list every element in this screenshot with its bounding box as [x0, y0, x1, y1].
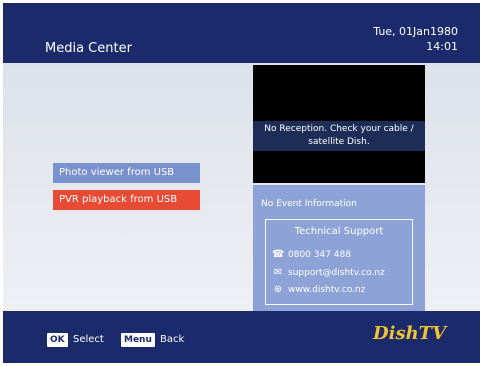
logo-text: DishTV	[373, 323, 447, 344]
globe-icon: ⊕	[273, 284, 283, 295]
no-reception-message: No Reception. Check your cable / satelli…	[253, 121, 425, 151]
support-web: ⊕ www.dishtv.co.nz	[272, 284, 366, 295]
technical-support-box: Technical Support ☎ 0800 347 488 ✉ support…	[265, 219, 413, 305]
back-label: Back	[160, 334, 185, 345]
video-preview: No Reception. Check your cable / satelli…	[253, 65, 425, 183]
support-phone: ☎ 0800 347 488	[272, 249, 351, 260]
select-label: Select	[73, 334, 104, 345]
email-address: support@dishtv.co.nz	[288, 268, 385, 278]
dishtv-logo: DishTV	[373, 323, 447, 351]
tv-screen: Media Center Tue, 01Jan1980 14:01 Photo …	[3, 3, 480, 363]
support-title: Technical Support	[294, 226, 384, 237]
info-panel: No Event Information Technical Support ☎…	[253, 185, 425, 311]
menu-item-photo-viewer[interactable]: Photo viewer from USB	[53, 163, 200, 183]
phone-icon: ☎	[272, 249, 285, 260]
menu-item-pvr-playback[interactable]: PVR playback from USB	[53, 190, 200, 210]
ok-key[interactable]: OK	[47, 333, 68, 347]
time-label: 14:01	[426, 40, 458, 53]
page-title: Media Center	[45, 41, 132, 56]
phone-number: 0800 347 488	[288, 250, 351, 260]
website: www.dishtv.co.nz	[288, 285, 366, 295]
footer-bar: OK Select Menu Back DishTV	[3, 311, 480, 363]
menu-key[interactable]: Menu	[121, 333, 155, 347]
event-info-label: No Event Information	[261, 199, 357, 209]
header-bar: Media Center Tue, 01Jan1980 14:01	[3, 3, 480, 63]
mail-icon: ✉	[273, 267, 283, 278]
support-email: ✉ support@dishtv.co.nz	[272, 267, 385, 278]
date-label: Tue, 01Jan1980	[373, 25, 458, 38]
